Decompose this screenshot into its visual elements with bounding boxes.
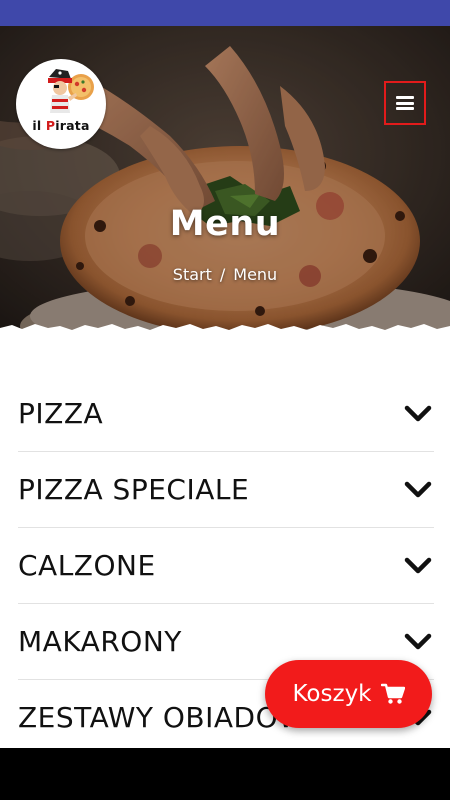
cart-button[interactable]: Koszyk: [265, 660, 432, 728]
category-item-pizza-speciale[interactable]: PIZZA SPECIALE: [18, 452, 434, 528]
chevron-down-icon: [404, 405, 432, 421]
cart-icon: [380, 683, 405, 704]
category-item-pizza[interactable]: PIZZA: [18, 376, 434, 452]
category-label: PIZZA: [18, 397, 104, 430]
breadcrumb: Start / Menu: [0, 265, 450, 284]
pirate-mascot-icon: [48, 69, 94, 113]
brand-logo-text: il Pirata: [32, 118, 90, 133]
category-label: MAKARONY: [18, 625, 182, 658]
hero-banner: il Pirata Menu Start / Menu: [0, 26, 450, 342]
breadcrumb-home-link[interactable]: Start: [173, 265, 212, 284]
hamburger-icon: [396, 96, 414, 110]
chevron-down-icon: [404, 633, 432, 649]
brand-logo[interactable]: il Pirata: [16, 59, 106, 149]
chevron-down-icon: [404, 557, 432, 573]
category-item-calzone[interactable]: CALZONE: [18, 528, 434, 604]
page-title: Menu: [169, 204, 281, 244]
page: il Pirata Menu Start / Menu PIZZA PIZZA SP…: [0, 26, 450, 748]
category-label: CALZONE: [18, 549, 156, 582]
cart-label: Koszyk: [292, 681, 372, 707]
breadcrumb-separator: /: [219, 265, 226, 284]
status-bar: [0, 0, 450, 26]
navigation-bar: [0, 748, 450, 800]
menu-toggle-button[interactable]: [384, 81, 426, 125]
torn-paper-edge: [0, 324, 450, 342]
category-label: PIZZA SPECIALE: [18, 473, 250, 506]
breadcrumb-current: Menu: [233, 265, 278, 284]
chevron-down-icon: [404, 481, 432, 497]
